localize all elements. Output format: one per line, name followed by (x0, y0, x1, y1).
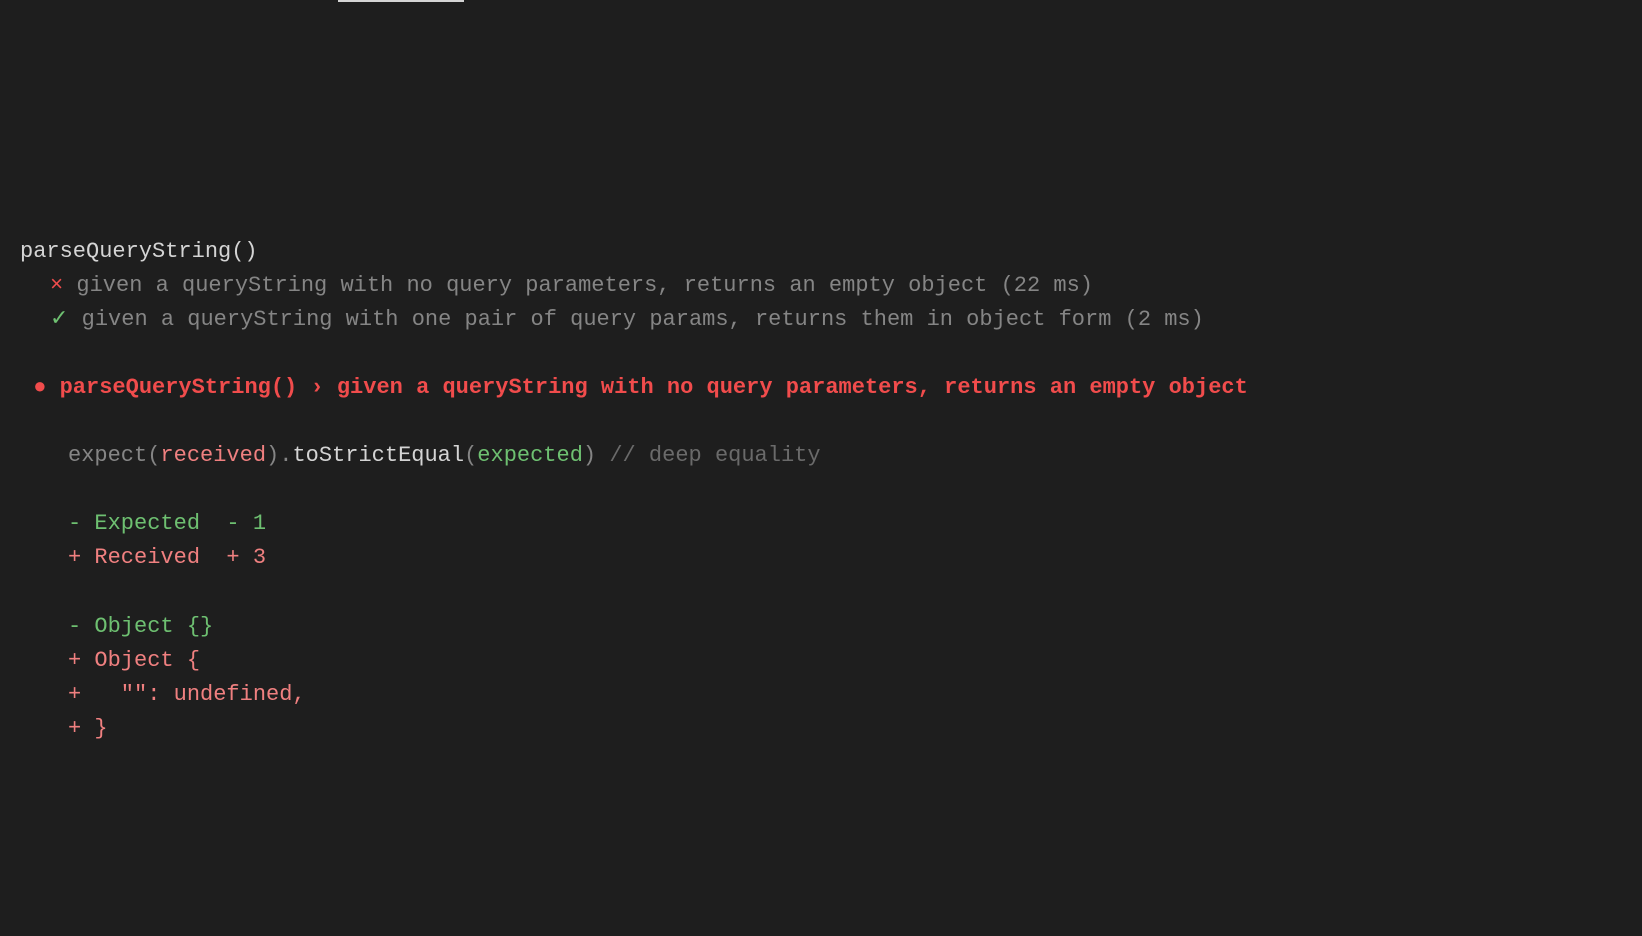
test-duration: (22 ms) (1001, 273, 1093, 298)
matcher-name: toStrictEqual (292, 443, 464, 468)
failure-title: parseQueryString() › given a queryString… (60, 375, 1248, 400)
failure-header: ● parseQueryString() › given a queryStri… (20, 371, 1622, 405)
bullet-icon: ● (33, 375, 46, 400)
blank-line (20, 405, 1622, 439)
received-label: received (160, 443, 266, 468)
diff-line: + } (20, 712, 1622, 746)
diff-summary-received: + Received + 3 (20, 541, 1622, 575)
suite-title: parseQueryString() (20, 235, 1622, 269)
test-output: parseQueryString()× given a queryString … (20, 235, 1622, 746)
expect-text: expect( (68, 443, 160, 468)
pass-mark-icon: ✓ (50, 307, 68, 332)
blank-line (20, 473, 1622, 507)
expect-line: expect(received).toStrictEqual(expected)… (20, 439, 1622, 473)
diff-line: - Object {} (20, 610, 1622, 644)
test-duration: (2 ms) (1125, 307, 1204, 332)
comment-text: // deep equality (609, 443, 820, 468)
diff-line: + Object { (20, 644, 1622, 678)
tab-underline (338, 0, 464, 2)
expect-text: ). (266, 443, 292, 468)
expect-text: ( (464, 443, 477, 468)
blank-line (20, 337, 1622, 371)
test-result-fail: × given a queryString with no query para… (20, 269, 1622, 303)
expect-text: ) (583, 443, 609, 468)
test-result-pass: ✓ given a queryString with one pair of q… (20, 303, 1622, 337)
blank-line (20, 576, 1622, 610)
expected-label: expected (477, 443, 583, 468)
diff-summary-expected: - Expected - 1 (20, 507, 1622, 541)
test-name: given a queryString with one pair of que… (82, 307, 1112, 332)
test-name: given a queryString with no query parame… (76, 273, 987, 298)
fail-mark-icon: × (50, 273, 63, 298)
diff-line: + "": undefined, (20, 678, 1622, 712)
